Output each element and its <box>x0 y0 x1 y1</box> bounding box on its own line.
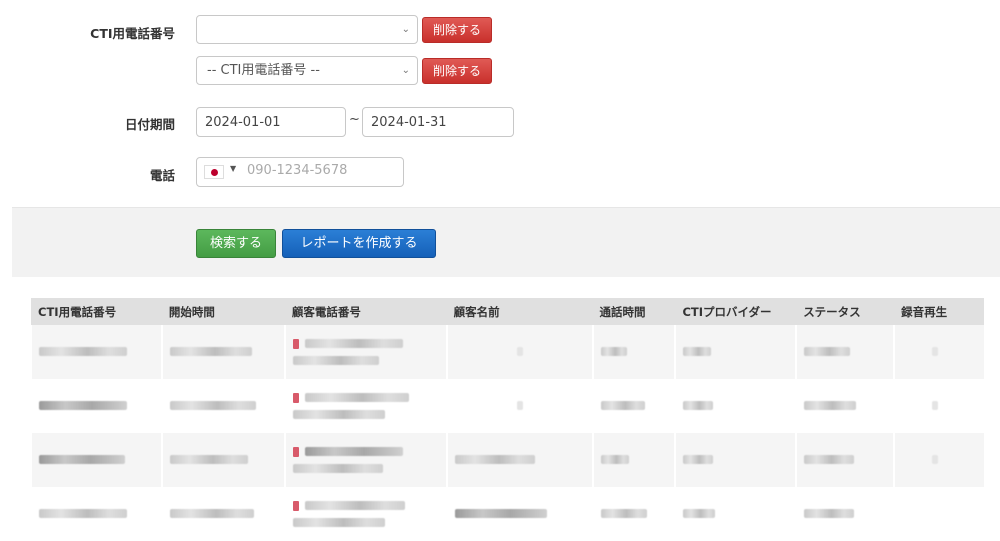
col-cti-phone: CTI用電話番号 <box>31 298 162 325</box>
col-start-time: 開始時間 <box>161 298 285 325</box>
redacted-cell <box>591 379 676 433</box>
redacted-cell <box>160 487 285 541</box>
redacted-cell <box>160 433 285 487</box>
redacted-cell <box>893 487 984 541</box>
table-row[interactable] <box>30 379 984 433</box>
redacted-cell <box>795 379 895 433</box>
cti-phone-label: CTI用電話番号 <box>90 26 175 41</box>
date-range-label: 日付期間 <box>124 117 175 132</box>
redacted-cell <box>893 325 984 379</box>
phone-placeholder: 090-1234-5678 <box>247 163 348 178</box>
redacted-cell <box>445 325 593 379</box>
redacted-cell <box>283 379 447 433</box>
redacted-cell <box>893 433 984 487</box>
redacted-cell <box>591 325 676 379</box>
col-call-duration: 通話時間 <box>592 298 676 325</box>
action-bar <box>12 207 1000 277</box>
date-separator: ~ <box>349 112 360 127</box>
redacted-cell <box>893 379 984 433</box>
redacted-cell <box>445 487 593 541</box>
redacted-cell <box>674 325 797 379</box>
col-cti-provider: CTIプロバイダー <box>675 298 797 325</box>
redacted-cell <box>795 433 895 487</box>
redacted-cell <box>445 379 593 433</box>
caret-down-icon[interactable]: ▼ <box>230 164 236 173</box>
japan-flag-icon[interactable] <box>204 165 224 179</box>
redacted-cell <box>30 487 162 541</box>
redacted-cell <box>30 325 162 379</box>
col-customer-phone: 顧客電話番号 <box>284 298 447 325</box>
redacted-cell <box>283 325 447 379</box>
table-header-row: CTI用電話番号 開始時間 顧客電話番号 顧客名前 通話時間 CTIプロバイダー… <box>31 298 984 325</box>
redacted-cell <box>445 433 593 487</box>
cti-phone-select-2-value: -- CTI用電話番号 -- <box>207 63 320 78</box>
redacted-cell <box>591 487 676 541</box>
delete-button-2[interactable]: 削除する <box>422 58 492 84</box>
delete-button-1[interactable]: 削除する <box>422 17 492 43</box>
date-from-input[interactable] <box>196 107 346 137</box>
date-to-input[interactable] <box>362 107 514 137</box>
table-row[interactable] <box>30 487 984 541</box>
table-row[interactable] <box>30 433 984 487</box>
redacted-cell <box>160 379 285 433</box>
col-customer-name: 顧客名前 <box>446 298 593 325</box>
redacted-cell <box>160 325 285 379</box>
redacted-cell <box>283 433 447 487</box>
redacted-cell <box>795 487 895 541</box>
redacted-cell <box>591 433 676 487</box>
redacted-cell <box>674 433 797 487</box>
phone-label: 電話 <box>149 168 175 183</box>
table-row[interactable] <box>30 325 984 379</box>
cti-phone-select-1[interactable]: ⌄ <box>196 15 418 44</box>
chevron-down-icon: ⌄ <box>401 24 410 35</box>
redacted-cell <box>30 379 162 433</box>
cti-phone-select-2[interactable]: -- CTI用電話番号 -- ⌄ <box>196 56 418 85</box>
redacted-cell <box>674 487 797 541</box>
redacted-cell <box>674 379 797 433</box>
col-status: ステータス <box>796 298 895 325</box>
search-button[interactable]: 検索する <box>196 229 276 258</box>
results-table: CTI用電話番号 開始時間 顧客電話番号 顧客名前 通話時間 CTIプロバイダー… <box>30 298 984 541</box>
create-report-button[interactable]: レポートを作成する <box>282 229 436 258</box>
col-recording: 録音再生 <box>894 298 984 325</box>
chevron-down-icon: ⌄ <box>401 65 410 76</box>
redacted-cell <box>283 487 447 541</box>
redacted-cell <box>30 433 162 487</box>
redacted-cell <box>795 325 895 379</box>
